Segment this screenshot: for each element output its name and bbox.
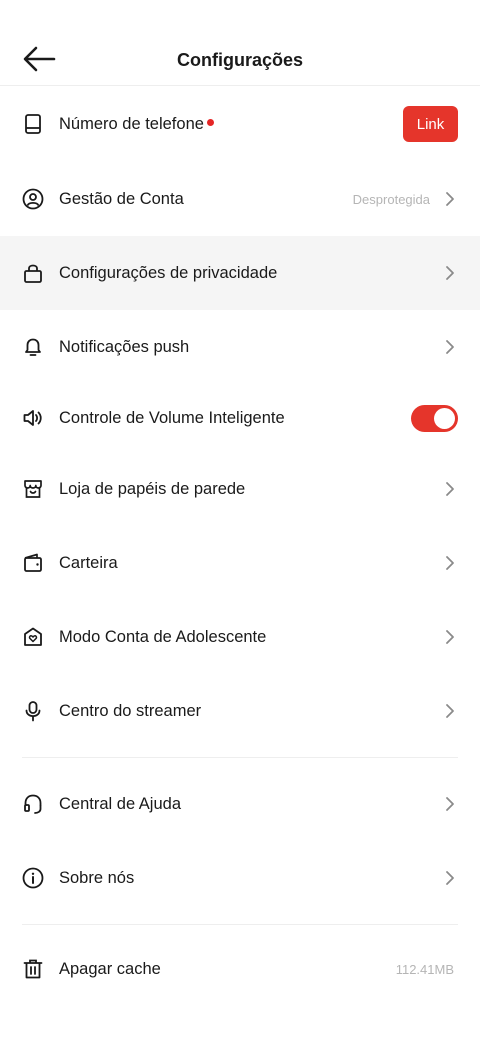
settings-item-account[interactable]: Gestão de Conta Desprotegida — [0, 162, 480, 236]
settings-item-label: Carteira — [59, 553, 118, 572]
settings-item-wallpaper-store[interactable]: Loja de papéis de parede — [0, 452, 480, 526]
settings-item-label: Número de telefone — [59, 115, 214, 134]
bell-icon — [22, 336, 44, 358]
cache-size-value: 112.41MB — [395, 961, 454, 977]
settings-item-label: Notificações push — [59, 337, 190, 356]
speaker-icon — [22, 407, 44, 429]
chevron-right-icon — [444, 870, 456, 886]
settings-item-streamer-center[interactable]: Centro do streamer — [0, 674, 480, 748]
settings-item-label: Gestão de Conta — [59, 189, 184, 208]
settings-item-label: Apagar cache — [59, 959, 161, 978]
page-title: Configurações — [176, 50, 304, 70]
settings-item-label: Controle de Volume Inteligente — [59, 408, 285, 427]
phone-icon — [22, 113, 44, 135]
link-phone-button[interactable]: Link — [403, 106, 458, 142]
settings-item-label: Sobre nós — [59, 868, 135, 887]
settings-item-label: Loja de papéis de parede — [59, 479, 246, 498]
chevron-right-icon — [444, 796, 456, 812]
section-divider — [22, 924, 458, 925]
store-icon — [22, 478, 44, 500]
shield-heart-icon — [22, 626, 44, 648]
chevron-right-icon — [444, 703, 456, 719]
chevron-right-icon — [444, 339, 456, 355]
header: Configurações — [0, 0, 480, 86]
user-circle-icon — [22, 188, 44, 210]
wallet-icon — [22, 552, 44, 574]
settings-item-push[interactable]: Notificações push — [0, 310, 480, 384]
chevron-right-icon — [444, 265, 456, 281]
microphone-icon — [22, 700, 44, 722]
settings-item-about[interactable]: Sobre nós — [0, 841, 480, 915]
trash-icon — [22, 958, 44, 980]
account-status-value: Desprotegida — [352, 191, 430, 207]
lock-icon — [22, 262, 44, 284]
chevron-right-icon — [444, 555, 456, 571]
settings-item-volume: Controle de Volume Inteligente — [0, 384, 480, 452]
settings-item-teen-mode[interactable]: Modo Conta de Adolescente — [0, 600, 480, 674]
settings-item-clear-cache[interactable]: Apagar cache 112.41MB — [0, 932, 480, 1006]
settings-item-help-center[interactable]: Central de Ajuda — [0, 767, 480, 841]
settings-item-privacy[interactable]: Configurações de privacidade — [0, 236, 480, 310]
settings-item-label: Central de Ajuda — [59, 794, 182, 813]
settings-item-label: Centro do streamer — [59, 701, 202, 720]
settings-item-label: Modo Conta de Adolescente — [59, 627, 267, 646]
headset-icon — [22, 793, 44, 815]
info-icon — [22, 867, 44, 889]
toggle-knob — [434, 407, 455, 429]
settings-item-wallet[interactable]: Carteira — [0, 526, 480, 600]
section-divider — [22, 757, 458, 758]
chevron-right-icon — [444, 191, 456, 207]
settings-item-label: Configurações de privacidade — [59, 263, 278, 282]
chevron-right-icon — [444, 629, 456, 645]
chevron-right-icon — [444, 481, 456, 497]
notification-dot — [206, 118, 214, 126]
settings-item-phone[interactable]: Número de telefone Link — [0, 86, 480, 162]
volume-toggle[interactable] — [411, 404, 458, 432]
